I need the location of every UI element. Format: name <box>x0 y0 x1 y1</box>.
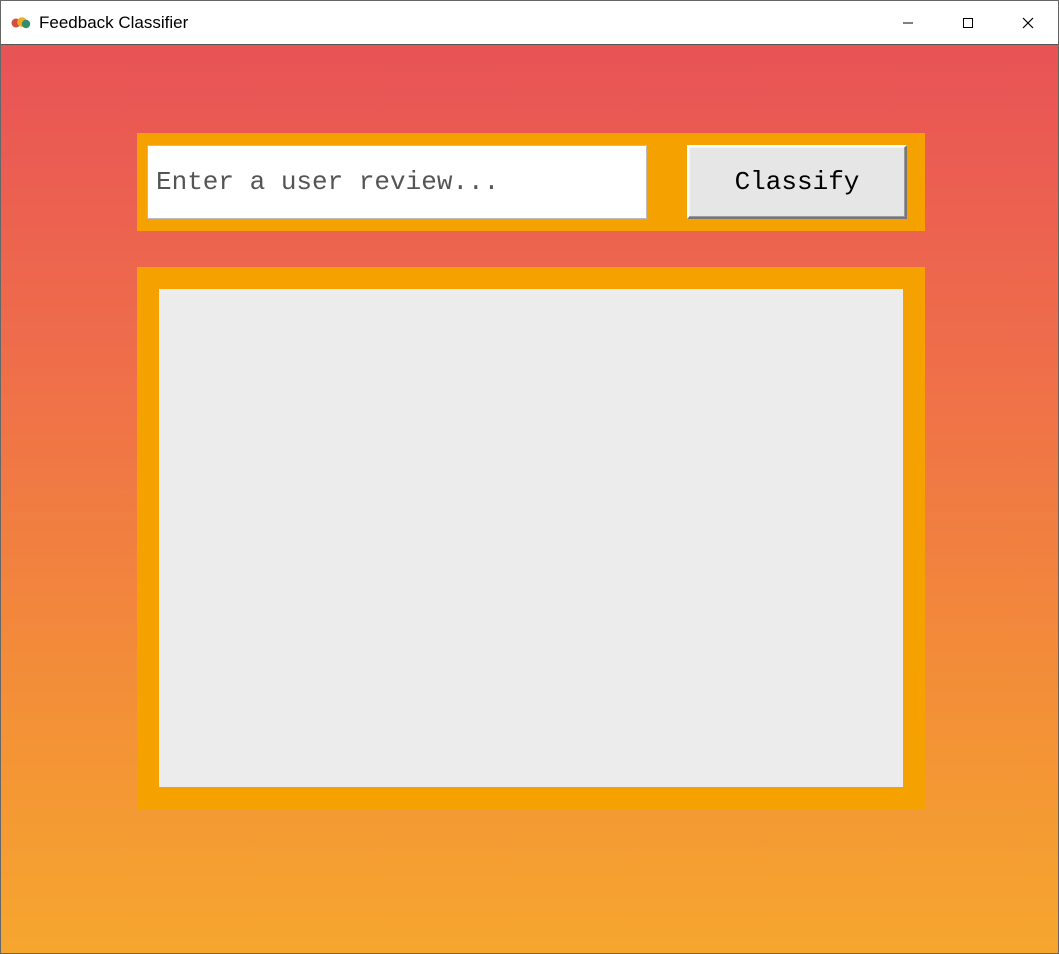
window-title: Feedback Classifier <box>39 13 878 33</box>
output-panel <box>137 267 925 809</box>
close-button[interactable] <box>998 1 1058 44</box>
app-icon <box>11 13 31 33</box>
titlebar: Feedback Classifier <box>1 1 1058 45</box>
maximize-button[interactable] <box>938 1 998 44</box>
output-area <box>159 289 903 787</box>
app-window: Feedback Classifier Classify <box>0 0 1059 954</box>
review-input[interactable] <box>147 145 647 219</box>
input-panel: Classify <box>137 133 925 231</box>
minimize-button[interactable] <box>878 1 938 44</box>
window-controls <box>878 1 1058 44</box>
client-area: Classify <box>1 45 1058 953</box>
classify-button[interactable]: Classify <box>687 145 907 219</box>
